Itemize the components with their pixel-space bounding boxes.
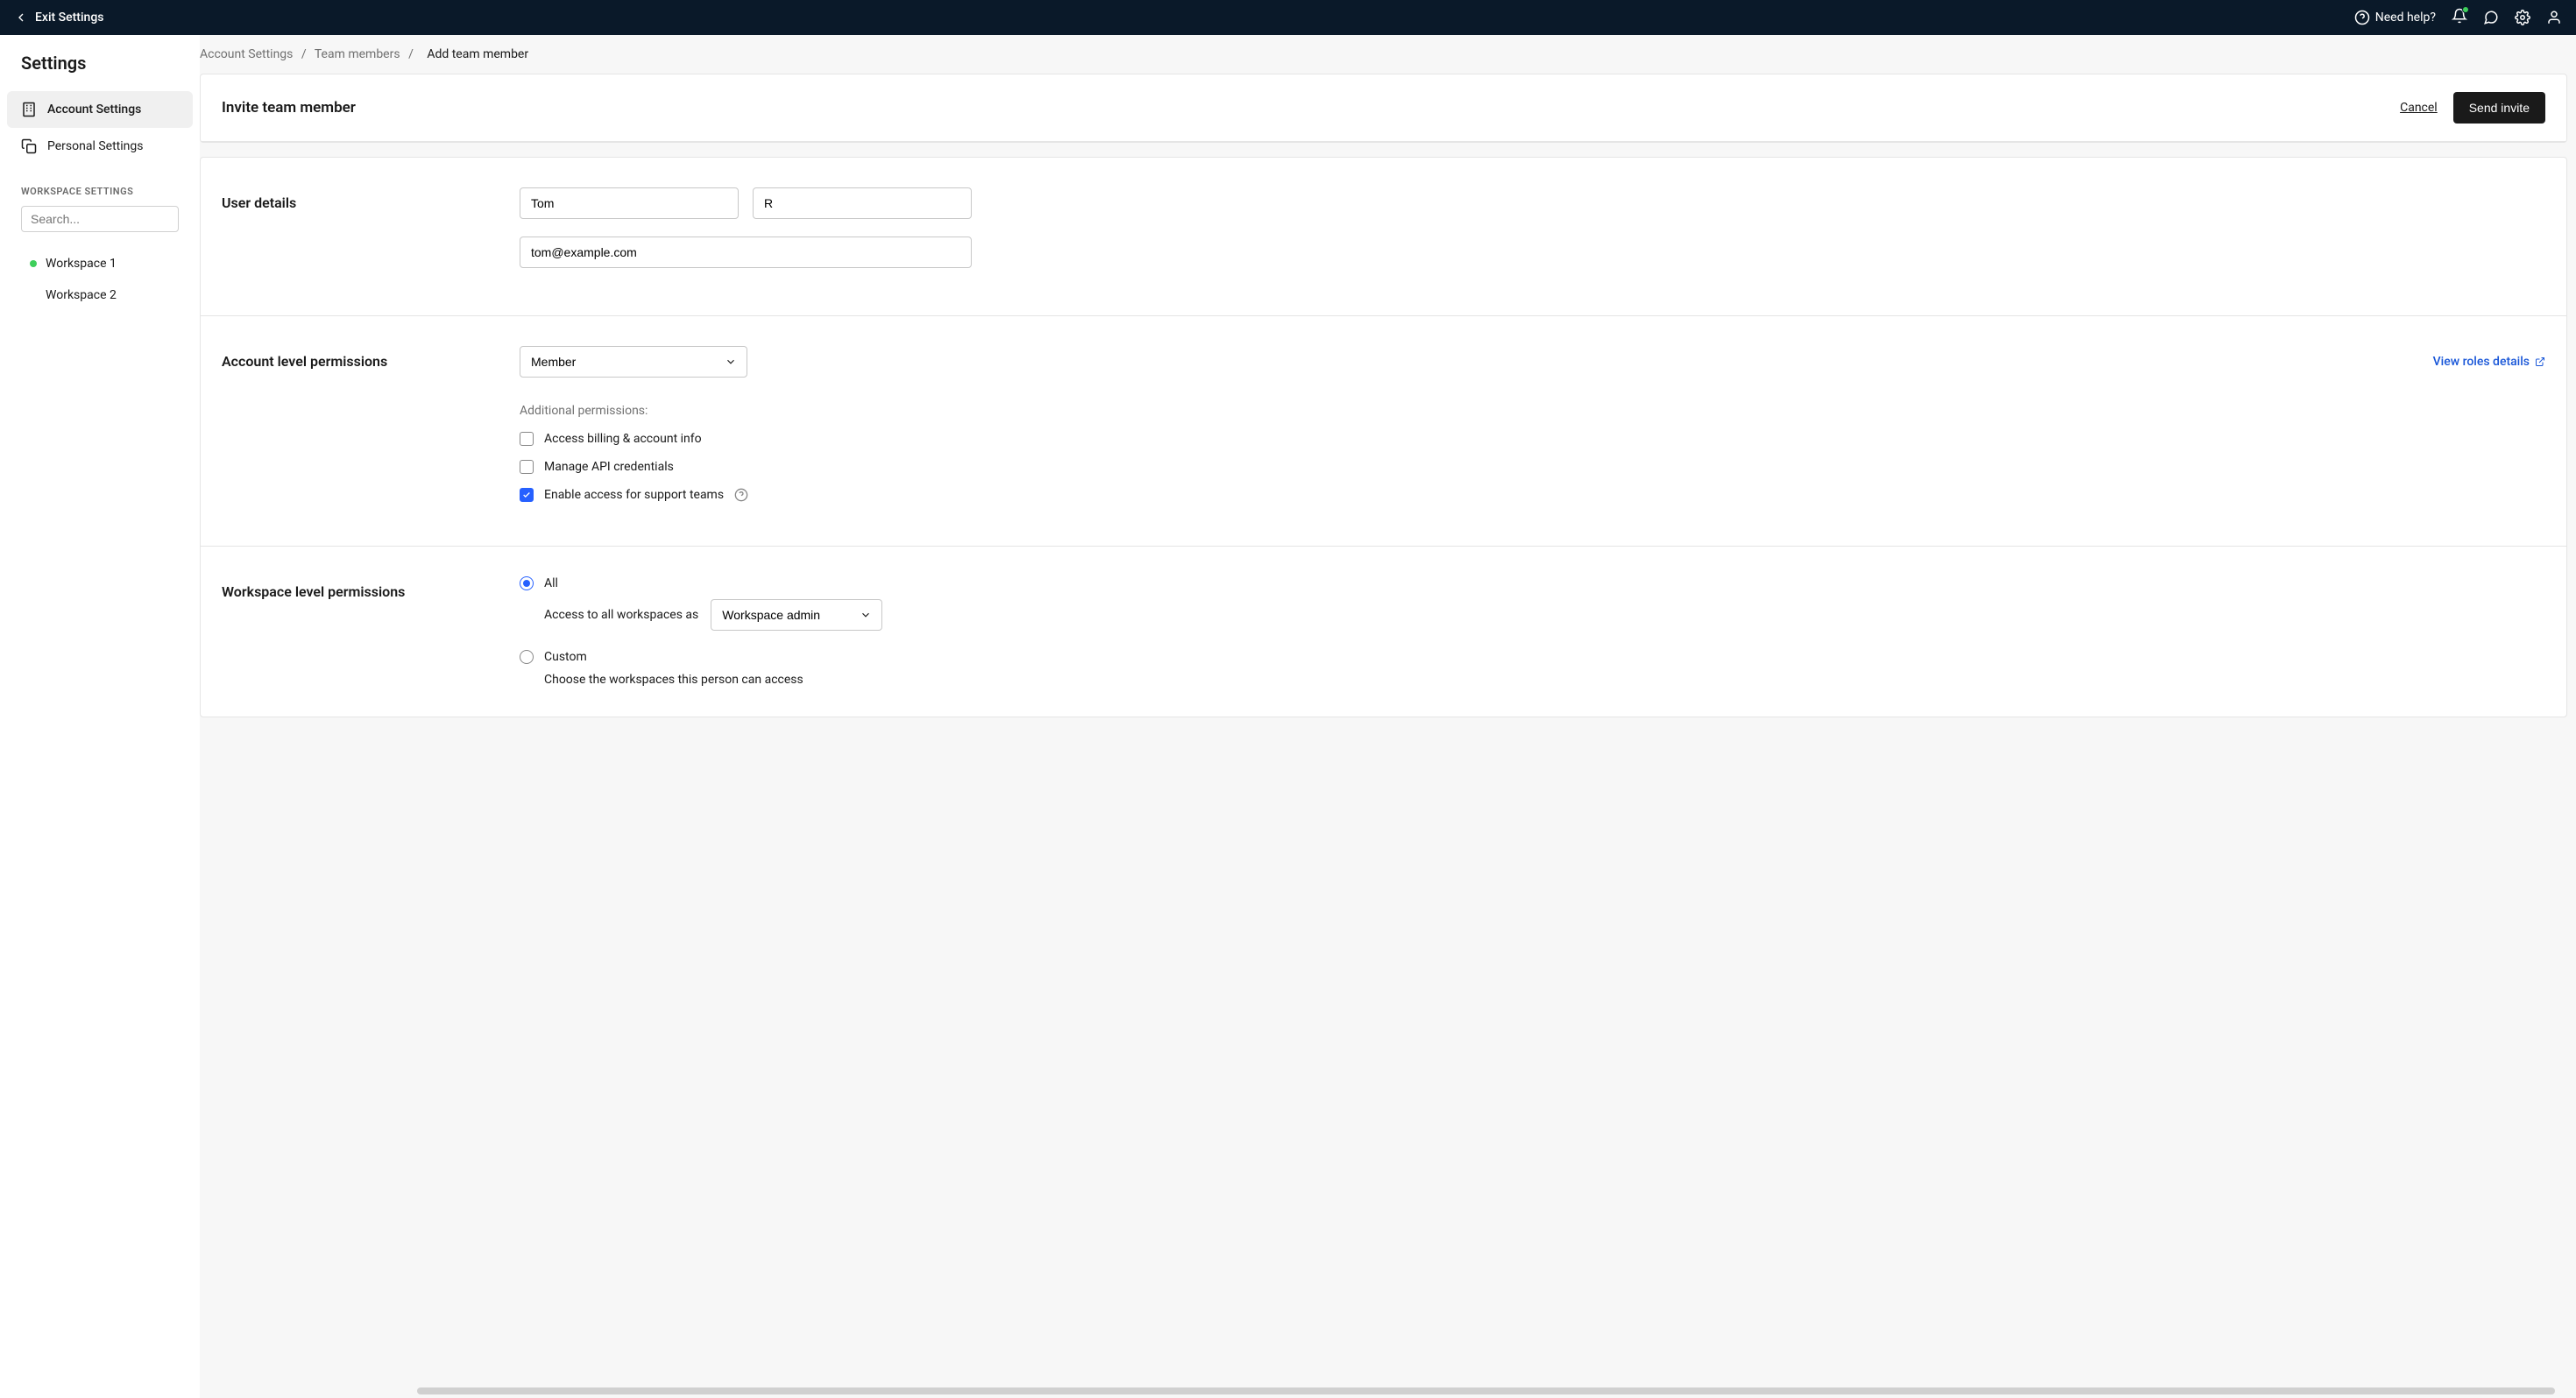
need-help-label: Need help? xyxy=(2375,11,2436,25)
first-name-input[interactable] xyxy=(520,187,739,219)
billing-checkbox-row[interactable]: Access billing & account info xyxy=(520,432,2545,446)
email-input[interactable] xyxy=(520,237,972,268)
section-title: Account level permissions xyxy=(222,346,520,516)
workspace-item[interactable]: Workspace 2 xyxy=(7,279,193,311)
checkbox-icon xyxy=(520,460,534,474)
radio-label: All xyxy=(544,576,558,590)
sidebar-item-personal-settings[interactable]: Personal Settings xyxy=(7,128,193,165)
breadcrumb-link[interactable]: Team members xyxy=(315,47,400,61)
account-permissions-section: Account level permissions Member View ro… xyxy=(201,316,2566,547)
sidebar-item-label: Account Settings xyxy=(47,102,141,116)
help-circle-icon[interactable] xyxy=(734,488,748,502)
workspace-item[interactable]: Workspace 1 xyxy=(7,248,193,279)
workspace-name: Workspace 1 xyxy=(46,257,117,271)
card-header: Invite team member Cancel Send invite xyxy=(201,74,2566,142)
breadcrumb-current: Add team member xyxy=(427,47,528,61)
breadcrumb-link[interactable]: Account Settings xyxy=(200,47,293,61)
additional-permissions-label: Additional permissions: xyxy=(520,404,2545,418)
user-icon[interactable] xyxy=(2546,10,2562,25)
notification-dot xyxy=(2462,6,2469,13)
checkbox-icon xyxy=(520,488,534,502)
radio-custom[interactable]: Custom xyxy=(520,650,2545,664)
sidebar: Settings Account Settings Personal Setti… xyxy=(0,35,200,1398)
help-circle-icon xyxy=(2354,10,2370,25)
chat-icon[interactable] xyxy=(2483,10,2499,25)
main-content: Account Settings / Team members / Add te… xyxy=(200,35,2576,1398)
form-card: User details Account level permissions xyxy=(200,157,2567,717)
radio-icon xyxy=(520,650,534,664)
all-workspaces-desc-row: Access to all workspaces as Workspace ad… xyxy=(544,599,2545,631)
horizontal-scrollbar[interactable] xyxy=(410,1387,2562,1394)
external-link-icon xyxy=(2535,357,2545,367)
cancel-button[interactable]: Cancel xyxy=(2400,101,2438,115)
sidebar-item-account-settings[interactable]: Account Settings xyxy=(7,91,193,128)
send-invite-button[interactable]: Send invite xyxy=(2453,92,2545,124)
section-title: User details xyxy=(222,187,520,286)
active-dot-icon xyxy=(30,260,37,267)
view-roles-link[interactable]: View roles details xyxy=(2433,355,2545,369)
workspace-settings-label: WORKSPACE SETTINGS xyxy=(7,165,193,206)
workspace-search-input[interactable] xyxy=(21,206,179,232)
workspace-role-select[interactable]: Workspace admin xyxy=(711,599,882,631)
radio-icon xyxy=(520,576,534,590)
workspace-name: Workspace 2 xyxy=(46,288,117,302)
breadcrumb: Account Settings / Team members / Add te… xyxy=(200,35,2567,74)
sidebar-item-label: Personal Settings xyxy=(47,139,143,153)
checkbox-label: Enable access for support teams xyxy=(544,488,724,502)
checkbox-icon xyxy=(520,432,534,446)
page-title: Invite team member xyxy=(222,99,356,116)
topbar: Exit Settings Need help? xyxy=(0,0,2576,35)
api-checkbox-row[interactable]: Manage API credentials xyxy=(520,460,2545,474)
need-help-button[interactable]: Need help? xyxy=(2354,10,2436,25)
invite-card: Invite team member Cancel Send invite xyxy=(200,74,2567,143)
all-desc-text: Access to all workspaces as xyxy=(544,608,698,622)
role-select[interactable]: Member xyxy=(520,346,747,378)
user-details-section: User details xyxy=(201,158,2566,316)
copy-icon xyxy=(21,138,37,154)
radio-all[interactable]: All xyxy=(520,576,2545,590)
support-checkbox-row[interactable]: Enable access for support teams xyxy=(520,488,2545,502)
checkbox-label: Manage API credentials xyxy=(544,460,674,474)
section-title: Workspace level permissions xyxy=(222,576,520,687)
topbar-right: Need help? xyxy=(2354,8,2562,27)
check-icon xyxy=(522,491,531,499)
chevron-left-icon xyxy=(14,11,28,25)
exit-settings-label: Exit Settings xyxy=(35,11,103,25)
scrollbar-thumb[interactable] xyxy=(417,1387,2555,1394)
last-name-input[interactable] xyxy=(753,187,972,219)
gear-icon[interactable] xyxy=(2515,10,2530,25)
radio-label: Custom xyxy=(544,650,587,664)
workspace-permissions-section: Workspace level permissions All Access t… xyxy=(201,547,2566,717)
exit-settings-button[interactable]: Exit Settings xyxy=(14,11,103,25)
checkbox-label: Access billing & account info xyxy=(544,432,702,446)
custom-desc-text: Choose the workspaces this person can ac… xyxy=(544,673,2545,687)
notifications-button[interactable] xyxy=(2452,8,2467,27)
building-icon xyxy=(21,102,37,117)
sidebar-title: Settings xyxy=(7,53,193,91)
